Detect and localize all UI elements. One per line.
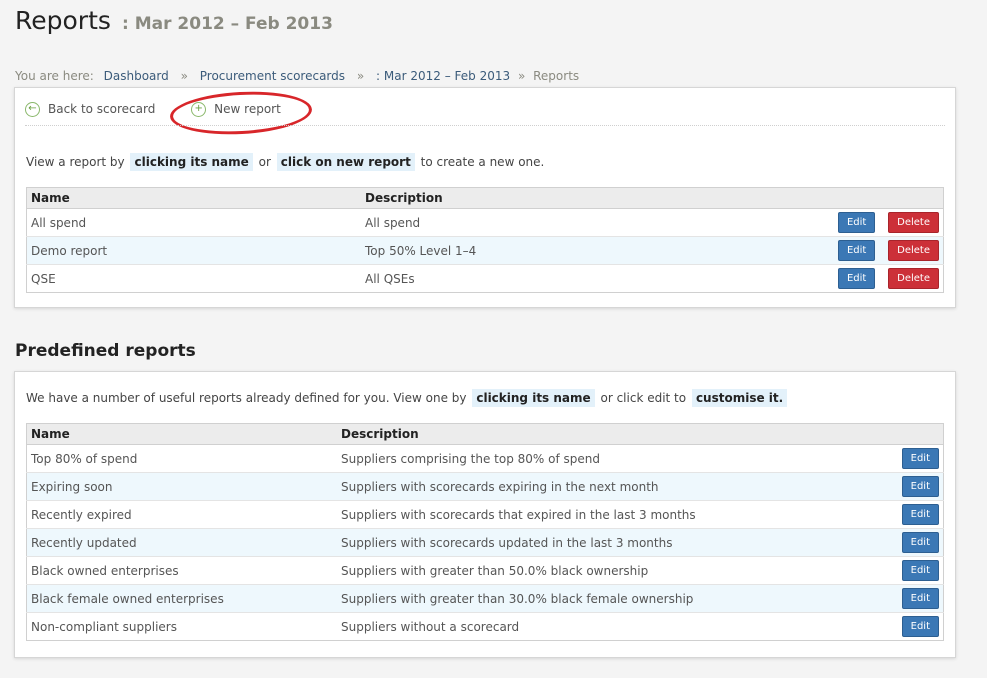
column-header-description: Description xyxy=(361,187,795,209)
row-actions: Edit Delete xyxy=(795,208,944,237)
intro-keyword: customise it. xyxy=(691,389,788,407)
report-description: Suppliers with scorecards that expired i… xyxy=(337,500,875,529)
new-report-link[interactable]: + New report xyxy=(191,101,281,117)
row-actions: Edit xyxy=(875,444,944,473)
report-name-link[interactable]: All spend xyxy=(26,208,361,237)
breadcrumb-current: Reports xyxy=(533,69,580,83)
intro-text: View a report by xyxy=(26,155,125,169)
table-row: Black owned enterprises Suppliers with g… xyxy=(26,556,944,585)
breadcrumb-procurement-scorecards[interactable]: Procurement scorecards xyxy=(200,69,345,83)
predefined-intro: We have a number of useful reports alrea… xyxy=(26,389,789,407)
back-to-scorecard-label: Back to scorecard xyxy=(48,102,156,116)
report-description: Suppliers with greater than 30.0% black … xyxy=(337,584,875,613)
edit-button[interactable]: Edit xyxy=(837,268,876,289)
plus-icon: + xyxy=(191,101,207,117)
edit-button[interactable]: Edit xyxy=(901,504,939,525)
report-name-link[interactable]: QSE xyxy=(26,264,361,293)
edit-button[interactable]: Edit xyxy=(901,532,939,553)
intro-text: to create a new one. xyxy=(420,155,545,169)
breadcrumb-separator: » xyxy=(180,69,188,83)
row-actions: Edit xyxy=(875,556,944,585)
predefined-reports-title: Predefined reports xyxy=(15,341,196,361)
table-row: Black female owned enterprises Suppliers… xyxy=(26,584,944,613)
report-description: Suppliers without a scorecard xyxy=(337,612,875,641)
report-description: Suppliers with scorecards updated in the… xyxy=(337,528,875,557)
reports-panel: ← Back to scorecard + New report View a … xyxy=(14,87,956,308)
edit-button[interactable]: Edit xyxy=(901,476,939,497)
table-row: QSE All QSEs Edit Delete xyxy=(26,264,944,293)
breadcrumb-separator: » xyxy=(356,69,365,83)
column-header-name: Name xyxy=(26,423,337,445)
intro-text: or xyxy=(258,155,271,169)
predefined-reports-panel: We have a number of useful reports alrea… xyxy=(14,371,956,658)
row-actions: Edit xyxy=(875,500,944,529)
table-row: Recently updated Suppliers with scorecar… xyxy=(26,528,944,557)
delete-button[interactable]: Delete xyxy=(888,268,939,289)
arrow-left-icon: ← xyxy=(25,101,40,117)
reports-table: Name Description All spend All spend Edi… xyxy=(26,187,944,293)
intro-text: We have a number of useful reports alrea… xyxy=(26,391,467,405)
report-actions: ← Back to scorecard + New report xyxy=(25,100,313,117)
delete-button[interactable]: Delete xyxy=(888,212,939,233)
report-name-link[interactable]: Black owned enterprises xyxy=(26,556,337,585)
predefined-reports-table: Name Description Top 80% of spend Suppli… xyxy=(26,423,944,641)
intro-keyword: clicking its name xyxy=(472,389,595,407)
delete-button[interactable]: Delete xyxy=(888,240,939,261)
table-row: Top 80% of spend Suppliers comprising th… xyxy=(26,444,944,473)
table-row: Non-compliant suppliers Suppliers withou… xyxy=(26,612,944,641)
report-name-link[interactable]: Demo report xyxy=(26,236,361,265)
edit-button[interactable]: Edit xyxy=(901,616,939,637)
report-description: All spend xyxy=(361,208,795,237)
edit-button[interactable]: Edit xyxy=(901,448,939,469)
edit-button[interactable]: Edit xyxy=(837,240,876,261)
report-description: All QSEs xyxy=(361,264,795,293)
column-header-name: Name xyxy=(26,187,361,209)
row-actions: Edit xyxy=(875,472,944,501)
intro-text: or click edit to xyxy=(600,391,687,405)
new-report-label: New report xyxy=(214,102,281,116)
row-actions: Edit Delete xyxy=(795,236,944,265)
row-actions: Edit Delete xyxy=(795,264,944,293)
breadcrumb-separator: » xyxy=(517,69,526,83)
report-description: Top 50% Level 1–4 xyxy=(361,236,795,265)
report-name-link[interactable]: Non-compliant suppliers xyxy=(26,612,337,641)
page-period: : Mar 2012 – Feb 2013 xyxy=(122,14,333,34)
breadcrumb-period[interactable]: : Mar 2012 – Feb 2013 xyxy=(376,69,510,83)
row-actions: Edit xyxy=(875,528,944,557)
breadcrumb-dashboard[interactable]: Dashboard xyxy=(104,69,169,83)
table-row: All spend All spend Edit Delete xyxy=(26,208,944,237)
report-name-link[interactable]: Top 80% of spend xyxy=(26,444,337,473)
edit-button[interactable]: Edit xyxy=(901,588,939,609)
column-header-actions xyxy=(795,187,944,209)
edit-button[interactable]: Edit xyxy=(837,212,876,233)
report-name-link[interactable]: Recently updated xyxy=(26,528,337,557)
table-header-row: Name Description xyxy=(26,187,944,209)
page-title-text: Reports xyxy=(15,6,111,35)
report-name-link[interactable]: Black female owned enterprises xyxy=(26,584,337,613)
row-actions: Edit xyxy=(875,584,944,613)
intro-keyword: click on new report xyxy=(276,153,415,171)
column-header-actions xyxy=(875,423,944,445)
report-name-link[interactable]: Expiring soon xyxy=(26,472,337,501)
page-title: Reports : Mar 2012 – Feb 2013 xyxy=(15,6,333,35)
report-description: Suppliers with greater than 50.0% black … xyxy=(337,556,875,585)
divider xyxy=(25,125,945,126)
report-description: Suppliers comprising the top 80% of spen… xyxy=(337,444,875,473)
edit-button[interactable]: Edit xyxy=(901,560,939,581)
breadcrumb-prefix: You are here: xyxy=(15,69,94,83)
report-description: Suppliers with scorecards expiring in th… xyxy=(337,472,875,501)
back-to-scorecard-link[interactable]: ← Back to scorecard xyxy=(25,101,156,117)
table-row: Demo report Top 50% Level 1–4 Edit Delet… xyxy=(26,236,944,265)
row-actions: Edit xyxy=(875,612,944,641)
table-row: Expiring soon Suppliers with scorecards … xyxy=(26,472,944,501)
reports-intro: View a report by clicking its name or cl… xyxy=(26,153,545,171)
table-header-row: Name Description xyxy=(26,423,944,445)
breadcrumb: You are here: Dashboard » Procurement sc… xyxy=(15,69,579,83)
intro-keyword: clicking its name xyxy=(130,153,253,171)
column-header-description: Description xyxy=(337,423,875,445)
table-row: Recently expired Suppliers with scorecar… xyxy=(26,500,944,529)
report-name-link[interactable]: Recently expired xyxy=(26,500,337,529)
